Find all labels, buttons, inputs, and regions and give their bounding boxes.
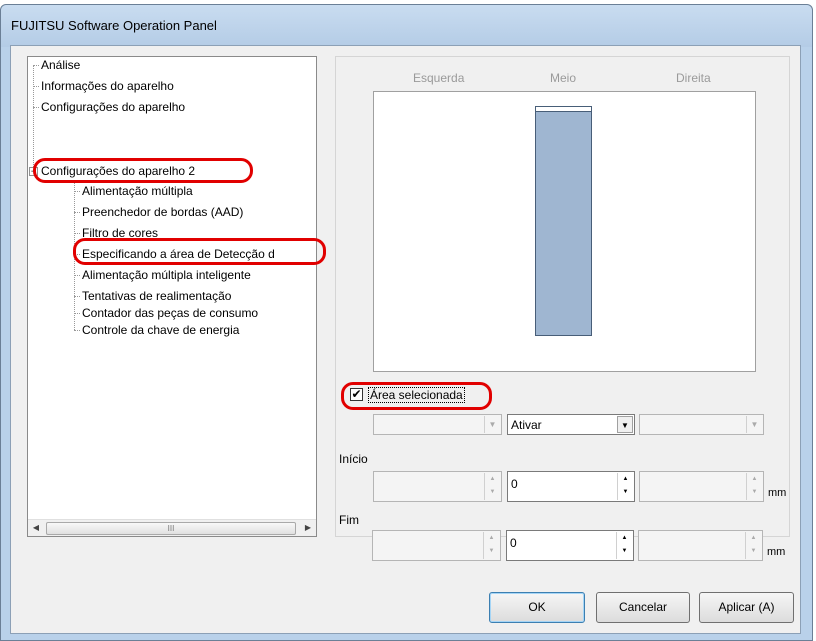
selected-area-label[interactable]: Área selecionada xyxy=(368,387,465,403)
tree-connector xyxy=(33,86,39,87)
scroll-right-icon[interactable]: ▶ xyxy=(303,523,313,533)
tree-connector xyxy=(33,65,39,66)
chevron-down-icon[interactable]: ▼ xyxy=(484,416,500,433)
end-middle-value[interactable]: 0 xyxy=(510,536,517,550)
tree-item-configuracoes[interactable]: Configurações do aparelho xyxy=(41,100,185,114)
spin-buttons[interactable]: ▲ ▼ xyxy=(616,532,632,559)
spin-up-icon[interactable]: ▲ xyxy=(617,532,632,545)
spin-buttons[interactable]: ▲ ▼ xyxy=(745,532,761,559)
apply-button[interactable]: Aplicar (A) xyxy=(699,592,794,623)
end-right-spin[interactable]: ▲ ▼ xyxy=(638,530,763,561)
column-label-middle: Meio xyxy=(550,71,577,85)
spin-up-icon[interactable]: ▲ xyxy=(485,473,500,486)
tree-item-alimentacao-multipla[interactable]: Alimentação múltipla xyxy=(82,184,193,198)
area-preview xyxy=(373,91,756,372)
right-mode-select[interactable]: ▼ xyxy=(639,414,764,435)
horizontal-scrollbar[interactable]: ◀ III ▶ xyxy=(28,519,316,536)
title-bar[interactable]: FUJITSU Software Operation Panel xyxy=(1,5,812,47)
start-middle-value[interactable]: 0 xyxy=(511,477,518,491)
tree-connector xyxy=(74,330,80,331)
chevron-down-icon[interactable]: ▼ xyxy=(746,416,762,433)
spin-buttons[interactable]: ▲ ▼ xyxy=(483,532,499,559)
collapse-icon[interactable]: − xyxy=(29,167,38,176)
spin-up-icon[interactable]: ▲ xyxy=(747,473,762,486)
spin-buttons[interactable]: ▲ ▼ xyxy=(746,473,762,500)
spin-down-icon[interactable]: ▼ xyxy=(746,545,761,558)
spin-up-icon[interactable]: ▲ xyxy=(484,532,499,545)
tree-item-analise[interactable]: Análise xyxy=(41,58,80,72)
end-label: Fim xyxy=(339,513,359,527)
start-right-spin[interactable]: ▲ ▼ xyxy=(639,471,764,502)
tree-connector xyxy=(74,233,80,234)
tree-item-configuracoes-2[interactable]: Configurações do aparelho 2 xyxy=(41,164,195,178)
end-middle-spin[interactable]: 0 ▲ ▼ xyxy=(506,530,634,561)
tree-connector xyxy=(74,254,80,255)
ok-button[interactable]: OK xyxy=(489,592,585,623)
end-unit: mm xyxy=(767,546,786,558)
scroll-left-icon[interactable]: ◀ xyxy=(31,523,41,533)
scroll-thumb[interactable]: III xyxy=(46,522,296,535)
start-unit: mm xyxy=(768,487,787,499)
start-label: Início xyxy=(339,452,368,466)
spin-up-icon[interactable]: ▲ xyxy=(618,473,633,486)
tree-connector xyxy=(74,191,80,192)
end-left-spin[interactable]: ▲ ▼ xyxy=(372,530,501,561)
tree-connector xyxy=(74,296,80,297)
start-middle-spin[interactable]: 0 ▲ ▼ xyxy=(507,471,635,502)
tree-item-especificando[interactable]: Especificando a área de Detecção d xyxy=(82,247,275,261)
tree-connector xyxy=(33,65,34,169)
middle-mode-value: Ativar xyxy=(511,418,542,432)
tree-item-informacoes[interactable]: Informações do aparelho xyxy=(41,79,174,93)
column-label-left: Esquerda xyxy=(413,71,465,85)
spin-buttons[interactable]: ▲ ▼ xyxy=(617,473,633,500)
spin-down-icon[interactable]: ▼ xyxy=(618,486,633,499)
tree-item-controle[interactable]: Controle da chave de energia xyxy=(82,323,239,337)
spin-down-icon[interactable]: ▼ xyxy=(485,486,500,499)
tree-connector xyxy=(74,212,80,213)
cancel-button[interactable]: Cancelar xyxy=(596,592,690,623)
selected-area-cap xyxy=(536,107,591,112)
settings-tree[interactable]: Análise Informações do aparelho Configur… xyxy=(27,56,317,537)
tree-item-tentativas[interactable]: Tentativas de realimentação xyxy=(82,289,231,303)
tree-item-alimentacao-inteligente[interactable]: Alimentação múltipla inteligente xyxy=(82,268,251,282)
tree-item-preenchedor[interactable]: Preenchedor de bordas (AAD) xyxy=(82,205,243,219)
tree-connector xyxy=(74,275,80,276)
start-left-spin[interactable]: ▲ ▼ xyxy=(373,471,502,502)
column-label-right: Direita xyxy=(676,71,711,85)
tree-connector xyxy=(74,313,80,314)
spin-down-icon[interactable]: ▼ xyxy=(484,545,499,558)
window-title: FUJITSU Software Operation Panel xyxy=(11,18,217,33)
spin-down-icon[interactable]: ▼ xyxy=(617,545,632,558)
detection-area-panel: Esquerda Meio Direita ✔ Área selecionada… xyxy=(335,56,790,537)
left-mode-select[interactable]: ▼ xyxy=(373,414,502,435)
spin-up-icon[interactable]: ▲ xyxy=(746,532,761,545)
tree-connector xyxy=(74,180,75,330)
middle-mode-select[interactable]: Ativar ▼ xyxy=(507,414,635,435)
tree-item-contador[interactable]: Contador das peças de consumo xyxy=(82,306,258,320)
selected-area-checkbox[interactable]: ✔ xyxy=(350,388,363,401)
tree-connector xyxy=(33,107,39,108)
spin-down-icon[interactable]: ▼ xyxy=(747,486,762,499)
selected-area-bar xyxy=(535,106,592,336)
chevron-down-icon[interactable]: ▼ xyxy=(617,416,633,433)
tree-item-filtro[interactable]: Filtro de cores xyxy=(82,226,158,240)
spin-buttons[interactable]: ▲ ▼ xyxy=(484,473,500,500)
